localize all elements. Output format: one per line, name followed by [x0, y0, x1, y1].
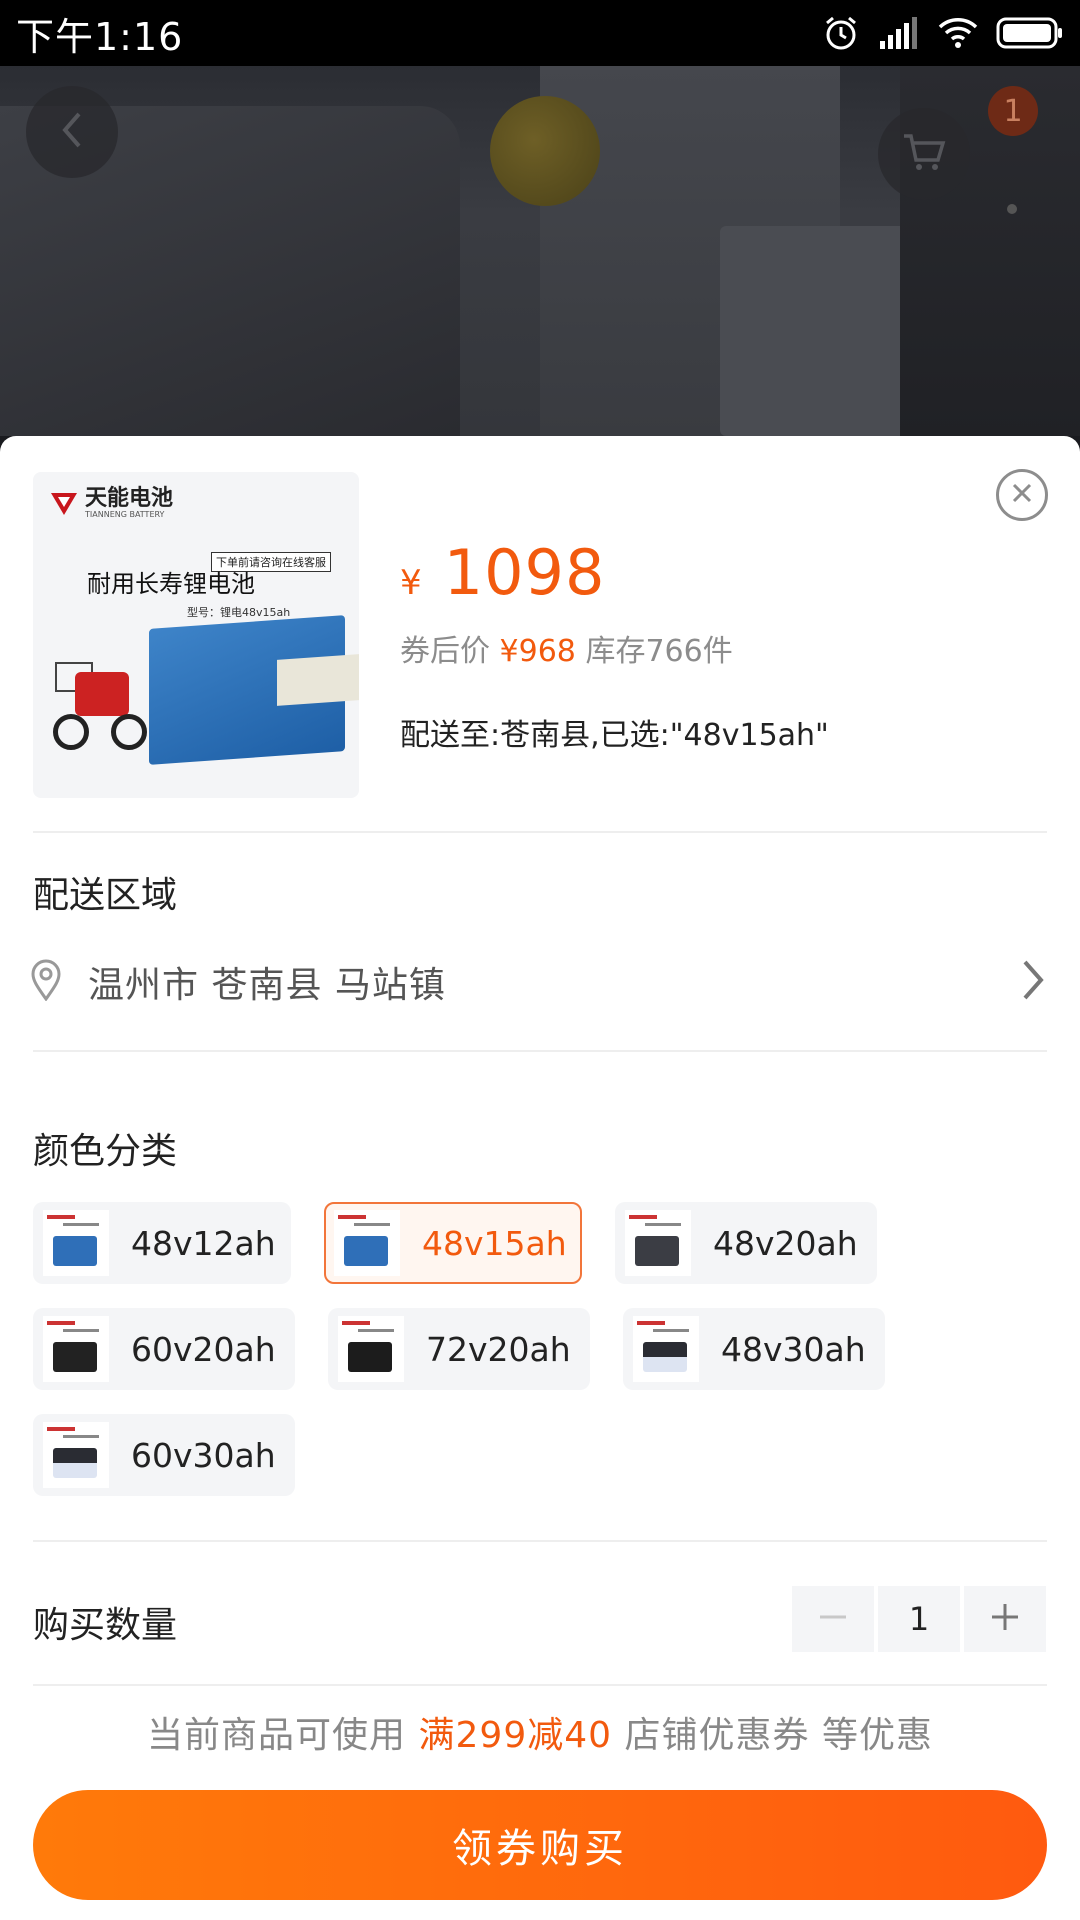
variant-option[interactable]: 48v12ah: [33, 1202, 291, 1284]
variant-option[interactable]: 60v20ah: [33, 1308, 295, 1390]
variant-thumbnail: [633, 1316, 699, 1382]
cart-icon: [902, 132, 946, 176]
quantity-title: 购买数量: [33, 1605, 178, 1646]
thumbnail-title: 耐用长寿锂电池: [87, 570, 255, 598]
variant-thumbnail: [625, 1210, 691, 1276]
delivery-address: 温州市 苍南县 马站镇: [88, 965, 446, 1006]
shipping-summary: 配送至:苍南县,已选:"48v15ah": [400, 718, 829, 753]
decrease-button[interactable]: [792, 1586, 874, 1652]
divider: [33, 1684, 1047, 1686]
plus-icon: [990, 1602, 1020, 1636]
overflow-dot: [1007, 204, 1017, 214]
variant-option-selected[interactable]: 48v15ah: [324, 1202, 582, 1284]
status-time: 下午1:16: [16, 14, 184, 59]
coupon-price-line: 券后价 ¥968 库存766件: [400, 634, 733, 669]
location-pin-icon: [30, 959, 62, 1005]
wifi-icon: [938, 17, 978, 49]
back-icon: [57, 110, 87, 154]
delivery-title: 配送区域: [33, 875, 178, 916]
variant-option[interactable]: 48v20ah: [615, 1202, 877, 1284]
coupon-price: ¥968: [499, 634, 576, 669]
promo-highlight: 满299减40: [418, 1715, 613, 1756]
quantity-input[interactable]: 1: [878, 1586, 960, 1652]
alarm-icon: [822, 14, 860, 52]
variant-thumbnail: [43, 1422, 109, 1488]
brand-logo: 天能电池 TIANNENG BATTERY: [49, 488, 173, 519]
sku-selector-sheet: 天能电池 TIANNENG BATTERY 下单前请咨询在线客服 耐用长寿锂电池…: [0, 436, 1080, 1920]
close-icon: [1010, 481, 1034, 509]
quantity-stepper: 1: [792, 1586, 1046, 1652]
divider: [33, 1050, 1047, 1052]
buy-with-coupon-button[interactable]: 领券购买: [33, 1790, 1047, 1900]
cart-badge: 1: [988, 86, 1038, 136]
price-value: 1098: [443, 536, 606, 609]
variant-option[interactable]: 60v30ah: [33, 1414, 295, 1496]
product-thumbnail[interactable]: 天能电池 TIANNENG BATTERY 下单前请咨询在线客服 耐用长寿锂电池…: [33, 472, 359, 798]
thumbnail-model: 型号：锂电48v15ah: [187, 606, 291, 619]
status-icons: [822, 14, 1064, 52]
signal-icon: [878, 17, 920, 49]
delivery-address-row[interactable]: 温州市 苍南县 马站镇: [30, 952, 1046, 1012]
promo-text: 当前商品可使用 满299减40 店铺优惠券 等优惠: [147, 1715, 933, 1756]
price: ¥ 1098: [400, 536, 606, 609]
product-image-backdrop: 1: [0, 66, 1080, 436]
cart-button[interactable]: [878, 108, 970, 200]
variant-thumbnail: [43, 1210, 109, 1276]
variant-thumbnail: [334, 1210, 400, 1276]
status-bar: 下午1:16: [0, 0, 1080, 66]
variant-option[interactable]: 48v30ah: [623, 1308, 885, 1390]
bike-illustration: [53, 622, 153, 758]
variant-title: 颜色分类: [33, 1131, 178, 1172]
stock-count: 库存766件: [585, 634, 733, 669]
battery-icon: [996, 17, 1064, 49]
chevron-right-icon: [1020, 958, 1046, 1006]
minus-icon: [818, 1602, 848, 1636]
close-button[interactable]: [996, 469, 1048, 521]
battery-illustration: [149, 615, 359, 765]
divider: [33, 1540, 1047, 1542]
variant-thumbnail: [338, 1316, 404, 1382]
variant-option[interactable]: 72v20ah: [328, 1308, 590, 1390]
divider: [33, 831, 1047, 833]
back-button[interactable]: [26, 86, 118, 178]
increase-button[interactable]: [964, 1586, 1046, 1652]
variant-thumbnail: [43, 1316, 109, 1382]
